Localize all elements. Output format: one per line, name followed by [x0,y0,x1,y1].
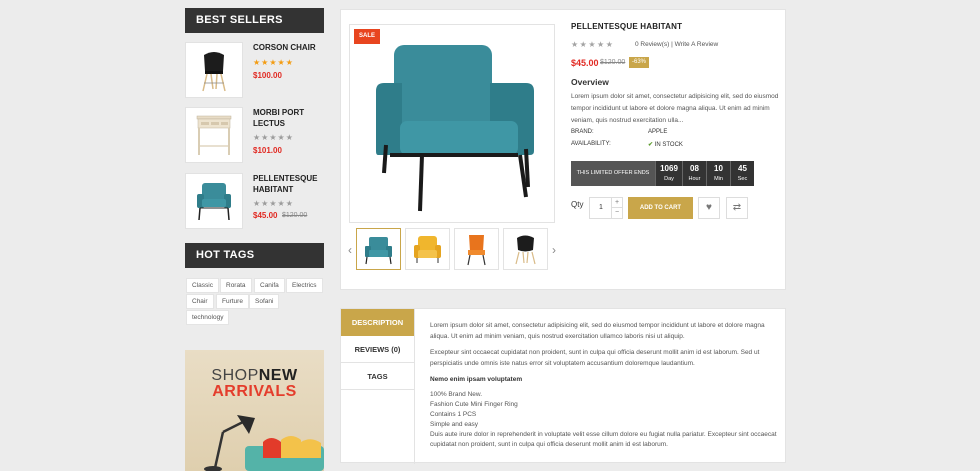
check-icon: ✔ [648,142,654,148]
description-subheading: Nemo enim ipsam voluptatem [430,376,523,383]
countdown-days: 1069 Day [655,161,682,186]
quantity-input[interactable]: 1 [590,198,612,218]
product-price: $101.00 [253,146,282,155]
description-paragraph: Duis aute irure dolor in reprehenderit i… [430,431,777,448]
brand-value[interactable]: APPLE [648,129,667,135]
best-seller-item[interactable]: MORBI PORT LECTUS ★★★★★ $101.00 [185,107,324,163]
best-seller-item[interactable]: CORSON CHAIR ★★★★★ $100.00 [185,42,324,98]
availability-label: AVAILABILITY: [571,141,611,147]
thumbnail-4[interactable] [503,228,548,270]
product-old-price: $120.00 [282,212,308,219]
tag-link[interactable]: Chair [186,294,214,309]
best-sellers-heading: BEST SELLERS [185,8,324,33]
rating-stars: ★★★★★ [253,133,294,142]
rating-stars: ★★★★★ [253,58,294,67]
best-seller-item[interactable]: PELLENTESQUE HABITANT ★★★★★ $45.00 $120.… [185,173,324,229]
product-thumbnail[interactable] [185,42,243,98]
quantity-increase-button[interactable]: + [611,198,622,208]
product-detail-panel: SALE ‹ › PELLENTESQUE HABITANT ★★★★★ 0 R… [340,9,786,290]
product-main-image[interactable]: SALE [349,24,555,223]
heart-icon: ♥ [706,202,712,213]
brand-label: BRAND: [571,129,594,135]
product-name[interactable]: CORSON CHAIR [253,42,323,53]
armchair-icon [365,237,392,265]
feature-line: 100% Brand New. [430,391,483,398]
thumbnail-prev-arrow[interactable]: ‹ [345,243,355,257]
add-to-cart-button[interactable]: ADD TO CART [628,197,693,219]
feature-line: Simple and easy [430,421,479,428]
tab-tags[interactable]: TAGS [341,363,414,390]
chair-icon [515,235,536,265]
thumbnail-3[interactable] [454,228,499,270]
tag-link[interactable]: Classic [186,278,219,293]
countdown-hours: 08 Hour [682,161,706,186]
product-price: $45.00 [571,58,599,68]
offer-label: THIS LIMITED OFFER ENDS [571,161,655,186]
tag-link[interactable]: technology [186,310,230,325]
product-old-price: $120.00 [600,59,626,66]
product-thumbnail[interactable] [185,107,243,163]
promo-banner[interactable]: SHOPNEW ARRIVALS [185,350,324,471]
rating-stars: ★★★★★ [571,40,615,49]
description-content: Lorem ipsum dolor sit amet, consectetur … [430,320,780,450]
wishlist-button[interactable]: ♥ [698,197,720,219]
thumbnail-1[interactable] [356,228,401,270]
tab-reviews[interactable]: REVIEWS (0) [341,336,414,363]
description-paragraph: Excepteur sint occaecat cupidatat non pr… [430,349,760,367]
compare-icon: ⇄ [732,202,742,213]
desk-lamp-illustration [204,415,324,471]
feature-line: Contains 1 PCS [430,411,477,418]
thumbnail-2[interactable] [405,228,450,270]
sale-badge: SALE [354,29,380,44]
tag-link[interactable]: Electrics [286,278,323,293]
console-table-icon [196,115,232,155]
description-paragraph: Lorem ipsum dolor sit amet, consectetur … [430,322,765,340]
quantity-label: Qty [571,200,584,209]
tab-description[interactable]: DESCRIPTION [341,309,414,336]
tag-link[interactable]: Furture [216,294,249,309]
quantity-decrease-button[interactable]: − [611,208,622,218]
rating-stars: ★★★★★ [253,199,294,208]
countdown-minutes: 10 Min [706,161,730,186]
product-title: PELLENTESQUE HABITANT [571,22,683,31]
chair-icon [202,52,226,92]
product-name[interactable]: PELLENTESQUE HABITANT [253,173,323,195]
product-tabs-panel: DESCRIPTION REVIEWS (0) TAGS Lorem ipsum… [340,308,786,464]
hot-tags-heading: HOT TAGS [185,243,324,268]
product-thumbnail[interactable] [185,173,243,229]
overview-text: Lorem ipsum dolor sit amet, consectetur … [571,93,779,124]
armchair-icon [414,236,441,263]
quantity-stepper[interactable]: 1 + − [589,197,623,219]
chair-icon [467,235,486,266]
thumbnail-next-arrow[interactable]: › [549,243,559,257]
feature-line: Fashion Cute Mini Finger Ring [430,401,518,408]
armchair-icon [197,183,231,221]
review-link[interactable]: 0 Review(s) | Write A Review [635,41,718,48]
tag-link[interactable]: Rorata [220,278,252,293]
countdown-seconds: 45 Sec [730,161,754,186]
product-price: $100.00 [253,71,282,80]
tab-divider [414,309,415,464]
discount-badge: -63% [629,57,649,68]
tag-link[interactable]: Sofani [249,294,280,309]
tag-link[interactable]: Canifa [254,278,285,293]
compare-button[interactable]: ⇄ [726,197,748,219]
product-price: $45.00 [253,211,278,220]
overview-heading: Overview [571,77,609,87]
countdown-timer: THIS LIMITED OFFER ENDS 1069 Day 08 Hour 1… [571,161,754,186]
product-name[interactable]: MORBI PORT LECTUS [253,107,323,129]
availability-value: ✔ IN STOCK [648,142,683,148]
armchair-image [376,45,534,212]
